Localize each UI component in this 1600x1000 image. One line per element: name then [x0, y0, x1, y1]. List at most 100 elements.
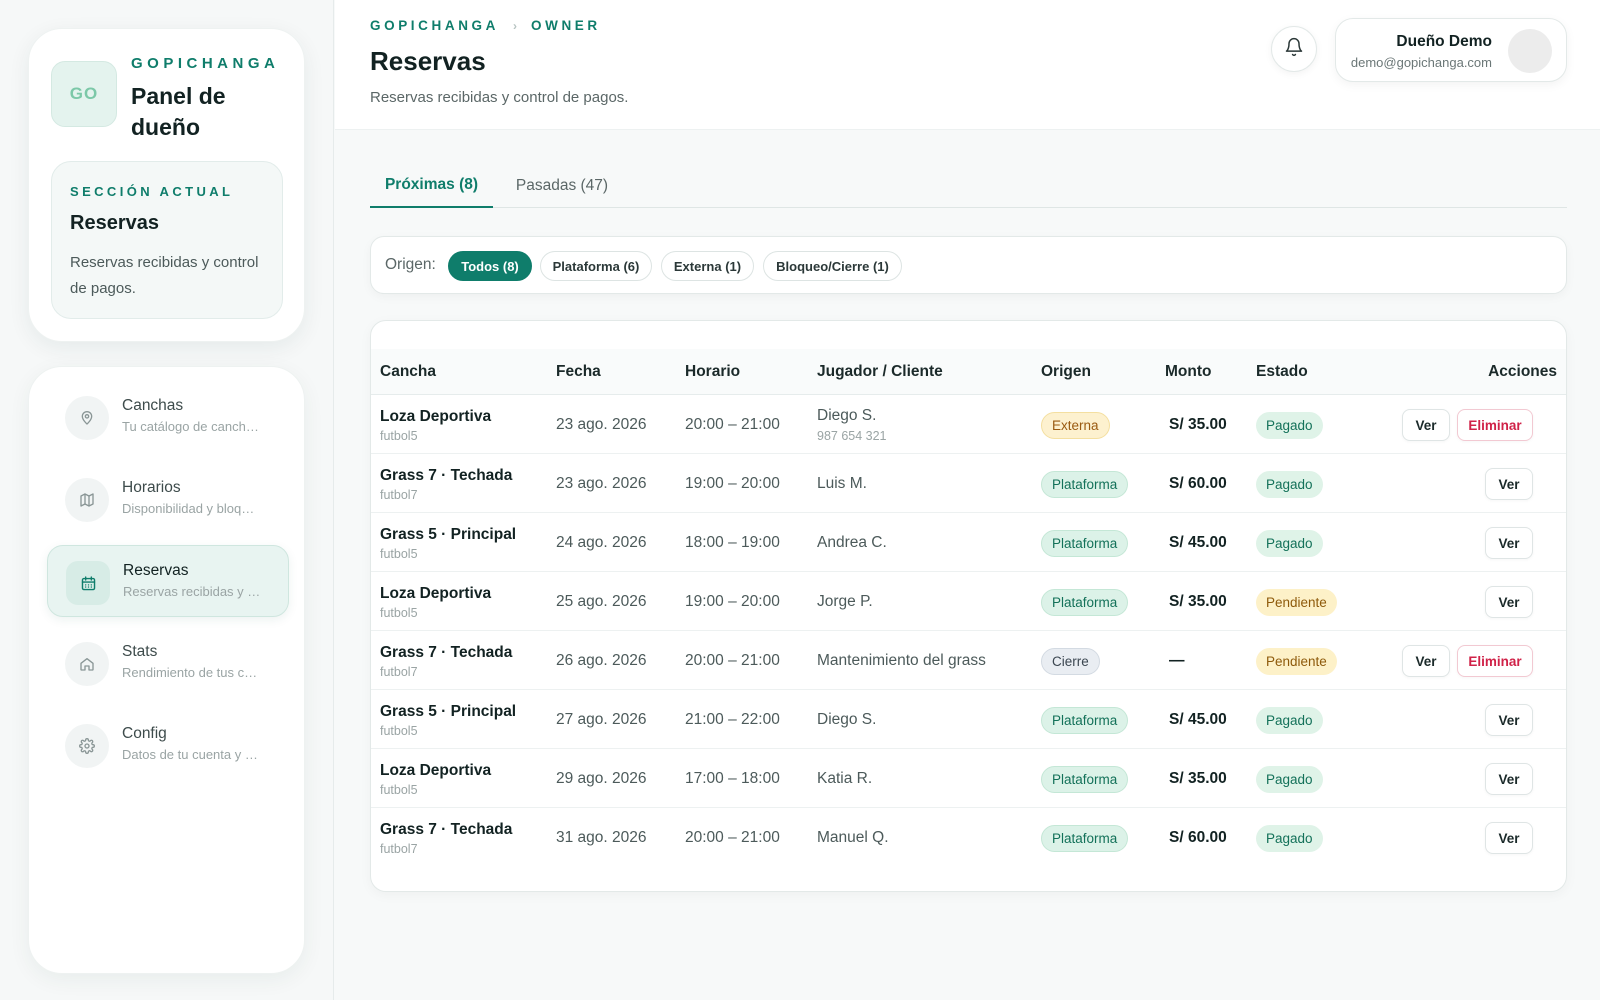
delete-button[interactable]: Eliminar — [1457, 645, 1533, 677]
home-icon — [65, 642, 109, 686]
view-button[interactable]: Ver — [1485, 763, 1533, 795]
column-header: Cancha — [380, 363, 436, 380]
reservation-date: 25 ago. 2026 — [556, 593, 647, 610]
sidebar-item-label: Config — [122, 725, 167, 742]
sidebar-item-config[interactable]: Config Datos de tu cuenta y … — [47, 709, 289, 781]
origin-badge: Plataforma — [1041, 471, 1129, 498]
delete-button[interactable]: Eliminar — [1457, 409, 1533, 441]
player-name: Andrea C. — [817, 534, 887, 551]
tabs: Próximas (8) Pasadas (47) — [370, 164, 1567, 208]
sidebar-nav: Canchas Tu catálogo de canch… Horarios D… — [28, 366, 305, 974]
table-row: Loza Deportiva futbol5 23 ago. 2026 20:00 –… — [371, 395, 1566, 454]
sidebar-item-label: Horarios — [122, 479, 181, 496]
player-name: Diego S. — [817, 711, 877, 728]
brand-name: GOPICHANGA — [131, 55, 280, 72]
sidebar-item-subtitle: Rendimiento de tus c… — [122, 665, 258, 680]
origin-badge: Plataforma — [1041, 766, 1129, 793]
section-title: Reservas — [70, 212, 159, 234]
view-button[interactable]: Ver — [1402, 409, 1450, 441]
reservation-date: 23 ago. 2026 — [556, 475, 647, 492]
view-button[interactable]: Ver — [1485, 468, 1533, 500]
sidebar-item-subtitle: Datos de tu cuenta y … — [122, 747, 258, 762]
view-button[interactable]: Ver — [1402, 645, 1450, 677]
sidebar-item-reservas[interactable]: Reservas Reservas recibidas y … — [47, 545, 289, 617]
origin-badge: Cierre — [1041, 648, 1100, 675]
amount: S/ 35.00 — [1169, 593, 1227, 610]
court-type: futbol7 — [380, 842, 418, 856]
origin-badge: Plataforma — [1041, 530, 1129, 557]
court-name: Grass 5 · Principal — [380, 526, 517, 543]
player-name: Jorge P. — [817, 593, 873, 610]
court-name: Grass 7 · Techada — [380, 821, 513, 838]
brand-logo: GO — [51, 61, 117, 127]
tab-pasadas[interactable]: Pasadas (47) — [506, 164, 618, 208]
reservation-time: 17:00 – 18:00 — [685, 770, 780, 787]
map-pin-icon — [65, 396, 109, 440]
sidebar-item-canchas[interactable]: Canchas Tu catálogo de canch… — [47, 381, 289, 453]
filter-chip-externa[interactable]: Externa (1) — [661, 251, 754, 281]
filter-chip-plataforma[interactable]: Plataforma (6) — [540, 251, 652, 281]
reservation-date: 27 ago. 2026 — [556, 711, 647, 728]
sidebar-item-horarios[interactable]: Horarios Disponibilidad y bloq… — [47, 463, 289, 535]
filter-chip-bloqueo-cierre[interactable]: Bloqueo/Cierre (1) — [763, 251, 902, 281]
reservation-time: 19:00 – 20:00 — [685, 475, 780, 492]
sidebar-item-stats[interactable]: Stats Rendimiento de tus c… — [47, 627, 289, 699]
view-button[interactable]: Ver — [1485, 704, 1533, 736]
reservation-time: 20:00 – 21:00 — [685, 652, 780, 669]
brand-card: GO GOPICHANGA Panel de dueño SECCIÓN ACT… — [28, 28, 305, 342]
filter-chip-todos[interactable]: Todos (8) — [448, 251, 532, 281]
status-badge: Pagado — [1256, 530, 1323, 557]
breadcrumb-item[interactable]: OWNER — [531, 18, 601, 33]
calendar-icon — [66, 561, 110, 605]
breadcrumb-item[interactable]: GOPICHANGA — [370, 18, 499, 33]
sidebar-item-subtitle: Disponibilidad y bloq… — [122, 501, 255, 516]
status-badge: Pagado — [1256, 825, 1323, 852]
sidebar-item-label: Stats — [122, 643, 158, 660]
user-email: demo@gopichanga.com — [1350, 55, 1492, 70]
column-header: Fecha — [556, 363, 601, 380]
amount: S/ 45.00 — [1169, 534, 1227, 551]
court-name: Loza Deportiva — [380, 762, 492, 779]
reservation-time: 20:00 – 21:00 — [685, 416, 780, 433]
court-name: Grass 7 · Techada — [380, 467, 513, 484]
reservation-time: 18:00 – 19:00 — [685, 534, 780, 551]
amount: S/ 45.00 — [1169, 711, 1227, 728]
court-type: futbol5 — [380, 724, 418, 738]
origin-badge: Plataforma — [1041, 589, 1129, 616]
column-header: Acciones — [1488, 363, 1557, 380]
status-badge: Pagado — [1256, 766, 1323, 793]
reservation-date: 24 ago. 2026 — [556, 534, 647, 551]
table-row: Grass 5 · Principal futbol5 24 ago. 2026 18… — [371, 513, 1566, 572]
sidebar-item-label: Canchas — [122, 397, 184, 414]
origin-filter-bar: Origen: Todos (8) Plataforma (6) Externa… — [370, 236, 1567, 294]
tab-proximas[interactable]: Próximas (8) — [370, 164, 493, 208]
table-row: Grass 7 · Techada futbol7 31 ago. 2026 20:0… — [371, 808, 1566, 867]
table-row: Loza Deportiva futbol5 29 ago. 2026 17:00 –… — [371, 749, 1566, 808]
gear-icon — [65, 724, 109, 768]
player-name: Katia R. — [817, 770, 873, 787]
sidebar: GO GOPICHANGA Panel de dueño SECCIÓN ACT… — [0, 0, 334, 1000]
amount: S/ 35.00 — [1169, 416, 1227, 433]
bell-icon — [1284, 37, 1304, 62]
notifications-button[interactable] — [1271, 26, 1317, 72]
page-header: GOPICHANGA › OWNER Reservas Reservas rec… — [335, 0, 1600, 130]
view-button[interactable]: Ver — [1485, 822, 1533, 854]
column-header: Monto — [1165, 363, 1212, 380]
reservation-date: 23 ago. 2026 — [556, 416, 647, 433]
view-button[interactable]: Ver — [1485, 586, 1533, 618]
court-type: futbol5 — [380, 606, 418, 620]
amount: S/ 60.00 — [1169, 829, 1227, 846]
sidebar-item-label: Reservas — [123, 562, 189, 579]
reservation-time: 19:00 – 20:00 — [685, 593, 780, 610]
column-header: Origen — [1041, 363, 1091, 380]
user-menu[interactable]: Dueño Demo demo@gopichanga.com — [1335, 18, 1567, 82]
origin-badge: Plataforma — [1041, 825, 1129, 852]
court-type: futbol5 — [380, 783, 418, 797]
map-icon — [65, 478, 109, 522]
player-name: Luis M. — [817, 475, 867, 492]
table-row: Grass 7 · Techada futbol7 23 ago. 2026 19:0… — [371, 454, 1566, 513]
view-button[interactable]: Ver — [1485, 527, 1533, 559]
origin-badge: Externa — [1041, 412, 1110, 439]
status-badge: Pendiente — [1256, 648, 1337, 675]
origin-badge: Plataforma — [1041, 707, 1129, 734]
